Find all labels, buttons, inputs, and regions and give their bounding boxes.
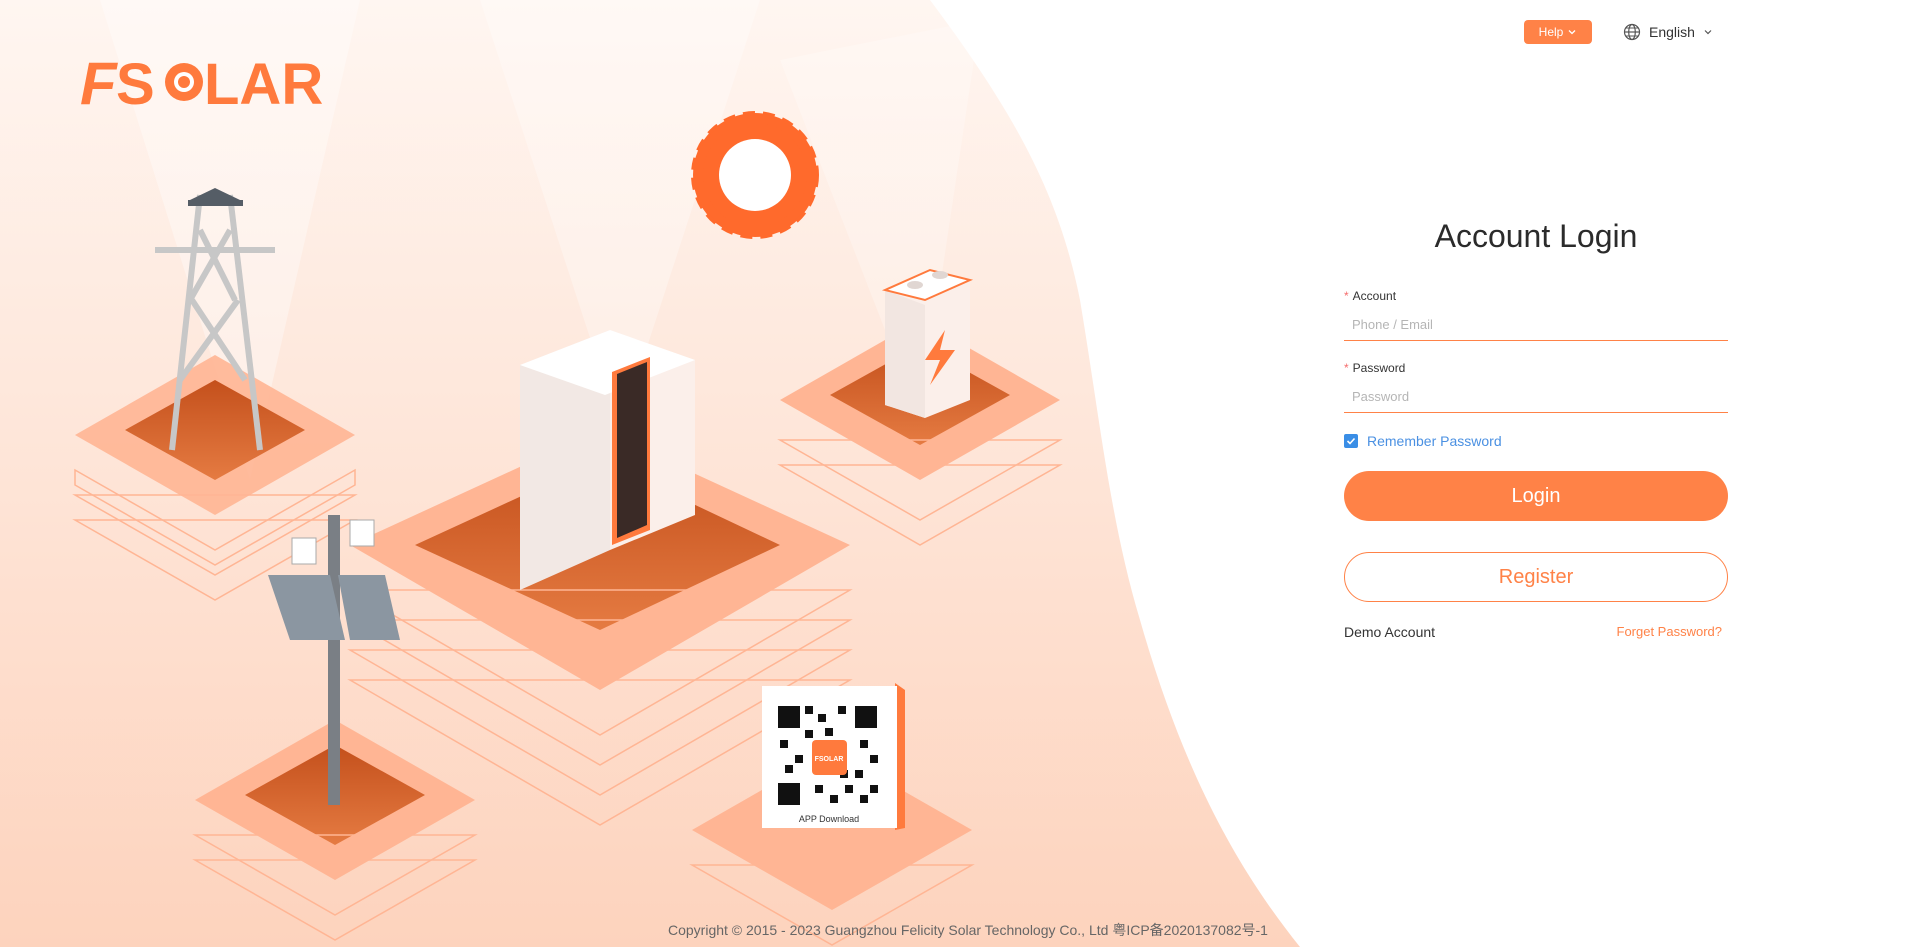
page-title: Account Login	[1434, 218, 1638, 254]
password-label: * Password	[1344, 361, 1406, 375]
language-selector[interactable]: English	[1623, 20, 1713, 44]
qr-caption: APP Download	[799, 814, 859, 824]
app-download-qr[interactable]: FSOLAR APP Download	[762, 683, 905, 830]
chevron-down-icon	[1568, 30, 1576, 35]
fsolar-logo: F S LAR	[80, 52, 323, 114]
login-button-label: Login	[1511, 484, 1561, 507]
language-label: English	[1649, 24, 1695, 40]
password-label-text: Password	[1352, 361, 1406, 375]
checkbox-checked-icon[interactable]	[1344, 434, 1358, 448]
password-input[interactable]	[1344, 383, 1728, 413]
svg-text:F: F	[80, 52, 118, 114]
remember-password-checkbox[interactable]: Remember Password	[1344, 433, 1728, 449]
globe-icon	[1623, 23, 1641, 41]
account-label-text: Account	[1352, 289, 1397, 303]
register-button[interactable]: Register	[1344, 552, 1728, 602]
hero-illustration: FSOLAR APP Download	[0, 0, 1300, 947]
chevron-down-icon	[1704, 30, 1712, 35]
login-button[interactable]: Login	[1344, 471, 1728, 521]
svg-text:S: S	[116, 52, 155, 114]
sun-icon	[691, 111, 819, 239]
account-input[interactable]	[1344, 311, 1728, 341]
topbar: Help English	[1500, 20, 1920, 50]
password-field	[1344, 383, 1728, 413]
account-label: * Account	[1344, 289, 1397, 303]
copyright-text: Copyright © 2015 - 2023 Guangzhou Felici…	[668, 922, 1268, 938]
bottom-links: Demo Account Forget Password?	[1344, 624, 1728, 640]
account-field	[1344, 311, 1728, 341]
demo-account-link[interactable]: Demo Account	[1344, 624, 1435, 640]
svg-text:LAR: LAR	[204, 52, 323, 114]
help-label: Help	[1538, 25, 1564, 39]
battery-icon	[881, 268, 974, 418]
remember-password-label: Remember Password	[1367, 433, 1502, 449]
login-panel: Account Login *Account *Password Remembe…	[1344, 218, 1728, 640]
qr-badge-text: FSOLAR	[815, 756, 844, 763]
help-button[interactable]: Help	[1524, 20, 1592, 44]
register-button-label: Register	[1498, 565, 1574, 588]
forget-password-link[interactable]: Forget Password?	[1617, 624, 1723, 640]
